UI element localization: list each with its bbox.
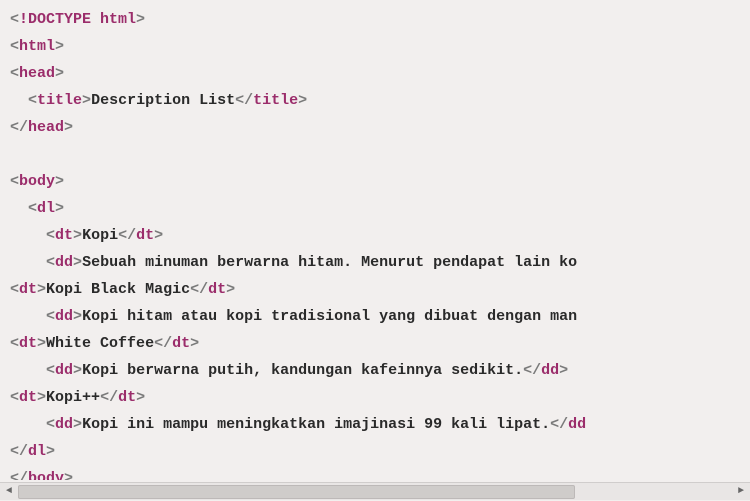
code-line: <!DOCTYPE html> [10,6,740,33]
code-line: </head> [10,114,740,141]
code-line: </dl> [10,438,740,465]
code-line: <body> [10,168,740,195]
code-line: <dt>Kopi Black Magic</dt> [10,276,740,303]
code-line: <dl> [10,195,740,222]
code-line: <dd>Kopi ini mampu meningkatkan imajinas… [10,411,740,438]
code-line: <dd>Kopi hitam atau kopi tradisional yan… [10,303,740,330]
code-line: <dd>Sebuah minuman berwarna hitam. Menur… [10,249,740,276]
code-line: <head> [10,60,740,87]
code-line: </body> [10,465,740,480]
scroll-left-arrow-icon[interactable]: ◄ [0,483,18,501]
code-line: <html> [10,33,740,60]
code-line: <dt>Kopi++</dt> [10,384,740,411]
code-line: <dt>White Coffee</dt> [10,330,740,357]
code-line: <dd>Kopi berwarna putih, kandungan kafei… [10,357,740,384]
code-line: <title>Description List</title> [10,87,740,114]
blank-line [10,141,740,168]
scroll-right-arrow-icon[interactable]: ► [732,483,750,501]
code-editor-viewport: <!DOCTYPE html> <html> <head> <title>Des… [0,0,750,480]
scrollbar-track[interactable] [18,483,732,501]
scrollbar-thumb[interactable] [18,485,575,499]
horizontal-scrollbar[interactable]: ◄ ► [0,482,750,500]
code-line: <dt>Kopi</dt> [10,222,740,249]
